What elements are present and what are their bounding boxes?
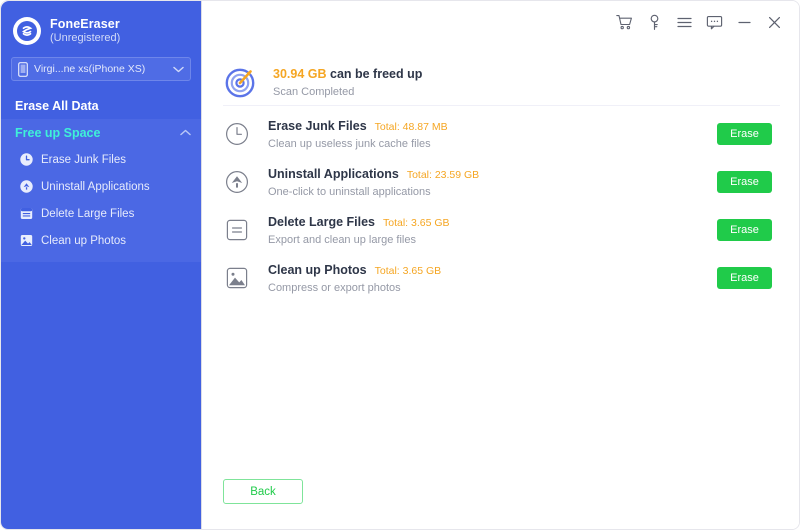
list-item-total: Total: 3.65 GB [374,264,442,277]
list-item-title: Clean up Photos [268,262,367,277]
hamburger-menu-icon[interactable] [671,9,697,35]
list-item-title: Uninstall Applications [268,166,399,181]
scan-title-suffix: can be freed up [326,66,423,81]
erase-button[interactable]: Erase [717,267,772,289]
list-item-total: Total: 3.65 GB [383,216,450,229]
up-arrow-circle-icon [223,168,251,196]
sidebar-item-delete-large-files[interactable]: Delete Large Files [1,200,201,227]
sidebar-item-uninstall-applications[interactable]: Uninstall Applications [1,173,201,200]
up-arrow-circle-icon [19,180,33,194]
scan-title: 30.94 GB can be freed up [273,67,422,81]
sidebar-section-free-up-space[interactable]: Free up Space [1,119,201,146]
list-item-title: Erase Junk Files [268,118,367,133]
app-window: FoneEraser (Unregistered) Virgi...ne xs(… [0,0,800,530]
sidebar-item-clean-up-photos[interactable]: Clean up Photos [1,227,201,254]
clock-icon [223,120,251,148]
sidebar-nav: Erase All Data Free up Space Erase Junk … [1,93,201,262]
target-scan-icon [223,65,257,99]
sidebar-item-label: Erase All Data [15,99,99,113]
sidebar-item-erase-all-data[interactable]: Erase All Data [1,93,201,119]
sidebar-item-erase-junk-files[interactable]: Erase Junk Files [1,146,201,173]
list-document-icon [19,207,33,221]
sidebar-item-label: Uninstall Applications [41,180,150,193]
main-content: 30.94 GB can be freed up Scan Completed … [202,43,799,529]
chevron-up-icon[interactable] [180,129,191,136]
cleanup-list: Erase Junk Files Total: 48.87 MB Clean u… [202,106,799,302]
shopping-cart-icon[interactable] [611,9,637,35]
photo-icon [223,264,251,292]
titlebar [202,1,799,43]
erase-button[interactable]: Erase [717,123,772,145]
erase-button[interactable]: Erase [717,219,772,241]
close-icon[interactable] [761,9,787,35]
list-item[interactable]: Clean up Photos Total: 3.65 GB Compress … [202,254,799,302]
brand: FoneEraser (Unregistered) [1,1,201,49]
key-icon[interactable] [641,9,667,35]
list-item[interactable]: Erase Junk Files Total: 48.87 MB Clean u… [202,110,799,158]
clock-icon [19,153,33,167]
list-document-icon [223,216,251,244]
photo-icon [19,234,33,248]
sidebar-item-label: Clean up Photos [41,234,127,247]
list-item-total: Total: 48.87 MB [374,120,448,133]
list-item-total: Total: 23.59 GB [406,168,480,181]
chat-bubble-icon[interactable] [701,9,727,35]
device-selector[interactable]: Virgi...ne xs(iPhone XS) [11,57,191,81]
chevron-down-icon [173,66,184,73]
fone-eraser-logo-icon [13,17,41,45]
scan-status: Scan Completed [273,85,355,98]
sidebar: FoneEraser (Unregistered) Virgi...ne xs(… [1,1,202,529]
scan-summary: 30.94 GB can be freed up Scan Completed [202,43,799,105]
minimize-icon[interactable] [731,9,757,35]
freed-up-amount: 30.94 GB [273,66,327,81]
sidebar-item-label: Erase Junk Files [41,153,127,166]
list-item[interactable]: Uninstall Applications Total: 23.59 GB O… [202,158,799,206]
back-button-wrap: Back [223,479,303,504]
list-item-title: Delete Large Files [268,214,375,229]
sidebar-section-label: Free up Space [15,125,101,140]
device-selector-value: Virgi...ne xs(iPhone XS) [34,63,146,75]
registration-status: (Unregistered) [50,31,121,44]
app-name: FoneEraser [50,17,120,32]
list-item[interactable]: Delete Large Files Total: 3.65 GB Export… [202,206,799,254]
phone-icon [18,61,28,77]
back-button[interactable]: Back [223,479,303,504]
sidebar-item-label: Delete Large Files [41,207,135,220]
erase-button[interactable]: Erase [717,171,772,193]
sidebar-sublist: Erase Junk Files Uninstall Applications [1,146,201,262]
